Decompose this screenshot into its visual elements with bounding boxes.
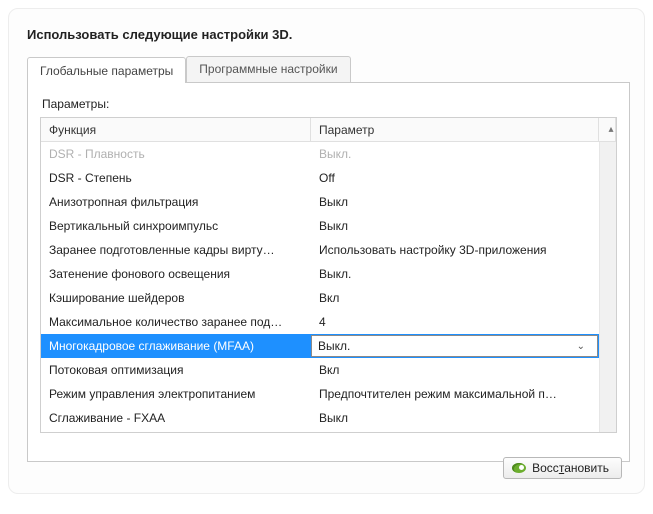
row-value: Вкл — [311, 363, 599, 377]
table-row[interactable]: Многокадровое сглаживание (MFAA) Выкл. ⌄ — [41, 334, 599, 358]
tab-program[interactable]: Программные настройки — [186, 56, 350, 82]
tab-global[interactable]: Глобальные параметры — [27, 57, 186, 83]
settings-panel: Использовать следующие настройки 3D. Гло… — [8, 8, 645, 494]
table-row[interactable]: Анизотропная фильтрация Выкл — [41, 190, 599, 214]
params-label: Параметры: — [42, 97, 617, 111]
row-function: Вертикальный синхроимпульс — [41, 219, 311, 233]
row-value-text: Выкл. — [318, 339, 350, 353]
chevron-up-icon: ▴ — [608, 124, 613, 135]
row-value-text: Вкл — [319, 291, 339, 305]
scroll-up[interactable]: ▴ — [599, 118, 616, 142]
row-value: Предпочтителен режим максимальной п… — [311, 387, 599, 401]
restore-button[interactable]: Восстановить — [503, 457, 622, 479]
tabs: Глобальные параметры Программные настрой… — [27, 56, 630, 462]
row-value: 4 — [311, 315, 599, 329]
row-value: Вкл — [311, 291, 599, 305]
grid-body: DSR - Плавность Выкл. DSR - Степень Off Аниз… — [41, 142, 599, 432]
row-function: Затенение фонового освещения — [41, 267, 311, 281]
row-value-text: Выкл — [319, 219, 348, 233]
row-value-text: Использовать настройку 3D-приложения — [319, 243, 547, 257]
vertical-scrollbar[interactable] — [599, 142, 616, 432]
table-row[interactable]: Потоковая оптимизация Вкл — [41, 358, 599, 382]
row-value[interactable]: Выкл. ⌄ — [311, 335, 598, 357]
row-value: Off — [311, 171, 599, 185]
row-value-text: Off — [319, 171, 335, 185]
table-row[interactable]: Кэширование шейдеров Вкл — [41, 286, 599, 310]
chevron-down-icon[interactable]: ⌄ — [577, 341, 585, 352]
tabstrip: Глобальные параметры Программные настрой… — [27, 56, 630, 82]
table-row[interactable]: DSR - Плавность Выкл. — [41, 142, 599, 166]
row-value: Выкл. — [311, 147, 599, 161]
row-function: Заранее подготовленные кадры вирту… — [41, 243, 311, 257]
row-value: Использовать настройку 3D-приложения — [311, 243, 599, 257]
table-row[interactable]: Вертикальный синхроимпульс Выкл — [41, 214, 599, 238]
table-row[interactable]: Режим управления электропитанием Предпочт… — [41, 382, 599, 406]
row-function: DSR - Степень — [41, 171, 311, 185]
row-function: Анизотропная фильтрация — [41, 195, 311, 209]
table-row[interactable]: Заранее подготовленные кадры вирту… Испол… — [41, 238, 599, 262]
table-row[interactable]: Максимальное количество заранее под… 4 — [41, 310, 599, 334]
header-value[interactable]: Параметр — [311, 118, 599, 142]
row-value: Выкл — [311, 195, 599, 209]
restore-button-label: Восстановить — [532, 461, 609, 475]
grid-header: Функция Параметр ▴ — [41, 118, 616, 142]
row-function: Режим управления электропитанием — [41, 387, 311, 401]
row-function: Сглаживание - FXAA — [41, 411, 311, 425]
nvidia-icon — [512, 462, 526, 474]
row-function: Многокадровое сглаживание (MFAA) — [41, 339, 311, 353]
row-value: Выкл — [311, 411, 599, 425]
row-function: DSR - Плавность — [41, 147, 311, 161]
table-row[interactable]: Затенение фонового освещения Выкл. — [41, 262, 599, 286]
row-value: Выкл — [311, 219, 599, 233]
row-function: Максимальное количество заранее под… — [41, 315, 311, 329]
footer: Восстановить — [503, 457, 622, 479]
row-function: Кэширование шейдеров — [41, 291, 311, 305]
row-value-text: Вкл — [319, 363, 339, 377]
row-value: Выкл. — [311, 267, 599, 281]
row-value-text: Выкл. — [319, 147, 351, 161]
row-value-text: Выкл — [319, 411, 348, 425]
row-value-text: Выкл — [319, 195, 348, 209]
header-function[interactable]: Функция — [41, 118, 311, 142]
row-function: Потоковая оптимизация — [41, 363, 311, 377]
settings-grid: Функция Параметр ▴ DSR - ПлавностьВыкл.D… — [40, 117, 617, 433]
row-value-text: Предпочтителен режим максимальной п… — [319, 387, 557, 401]
tabpage-global: Параметры: Функция Параметр ▴ DSR - Плав… — [27, 82, 630, 462]
row-value-text: Выкл. — [319, 267, 351, 281]
row-value-text: 4 — [319, 315, 326, 329]
table-row[interactable]: Сглаживание - FXAA Выкл — [41, 406, 599, 430]
panel-title: Использовать следующие настройки 3D. — [27, 27, 630, 42]
table-row[interactable]: DSR - Степень Off — [41, 166, 599, 190]
